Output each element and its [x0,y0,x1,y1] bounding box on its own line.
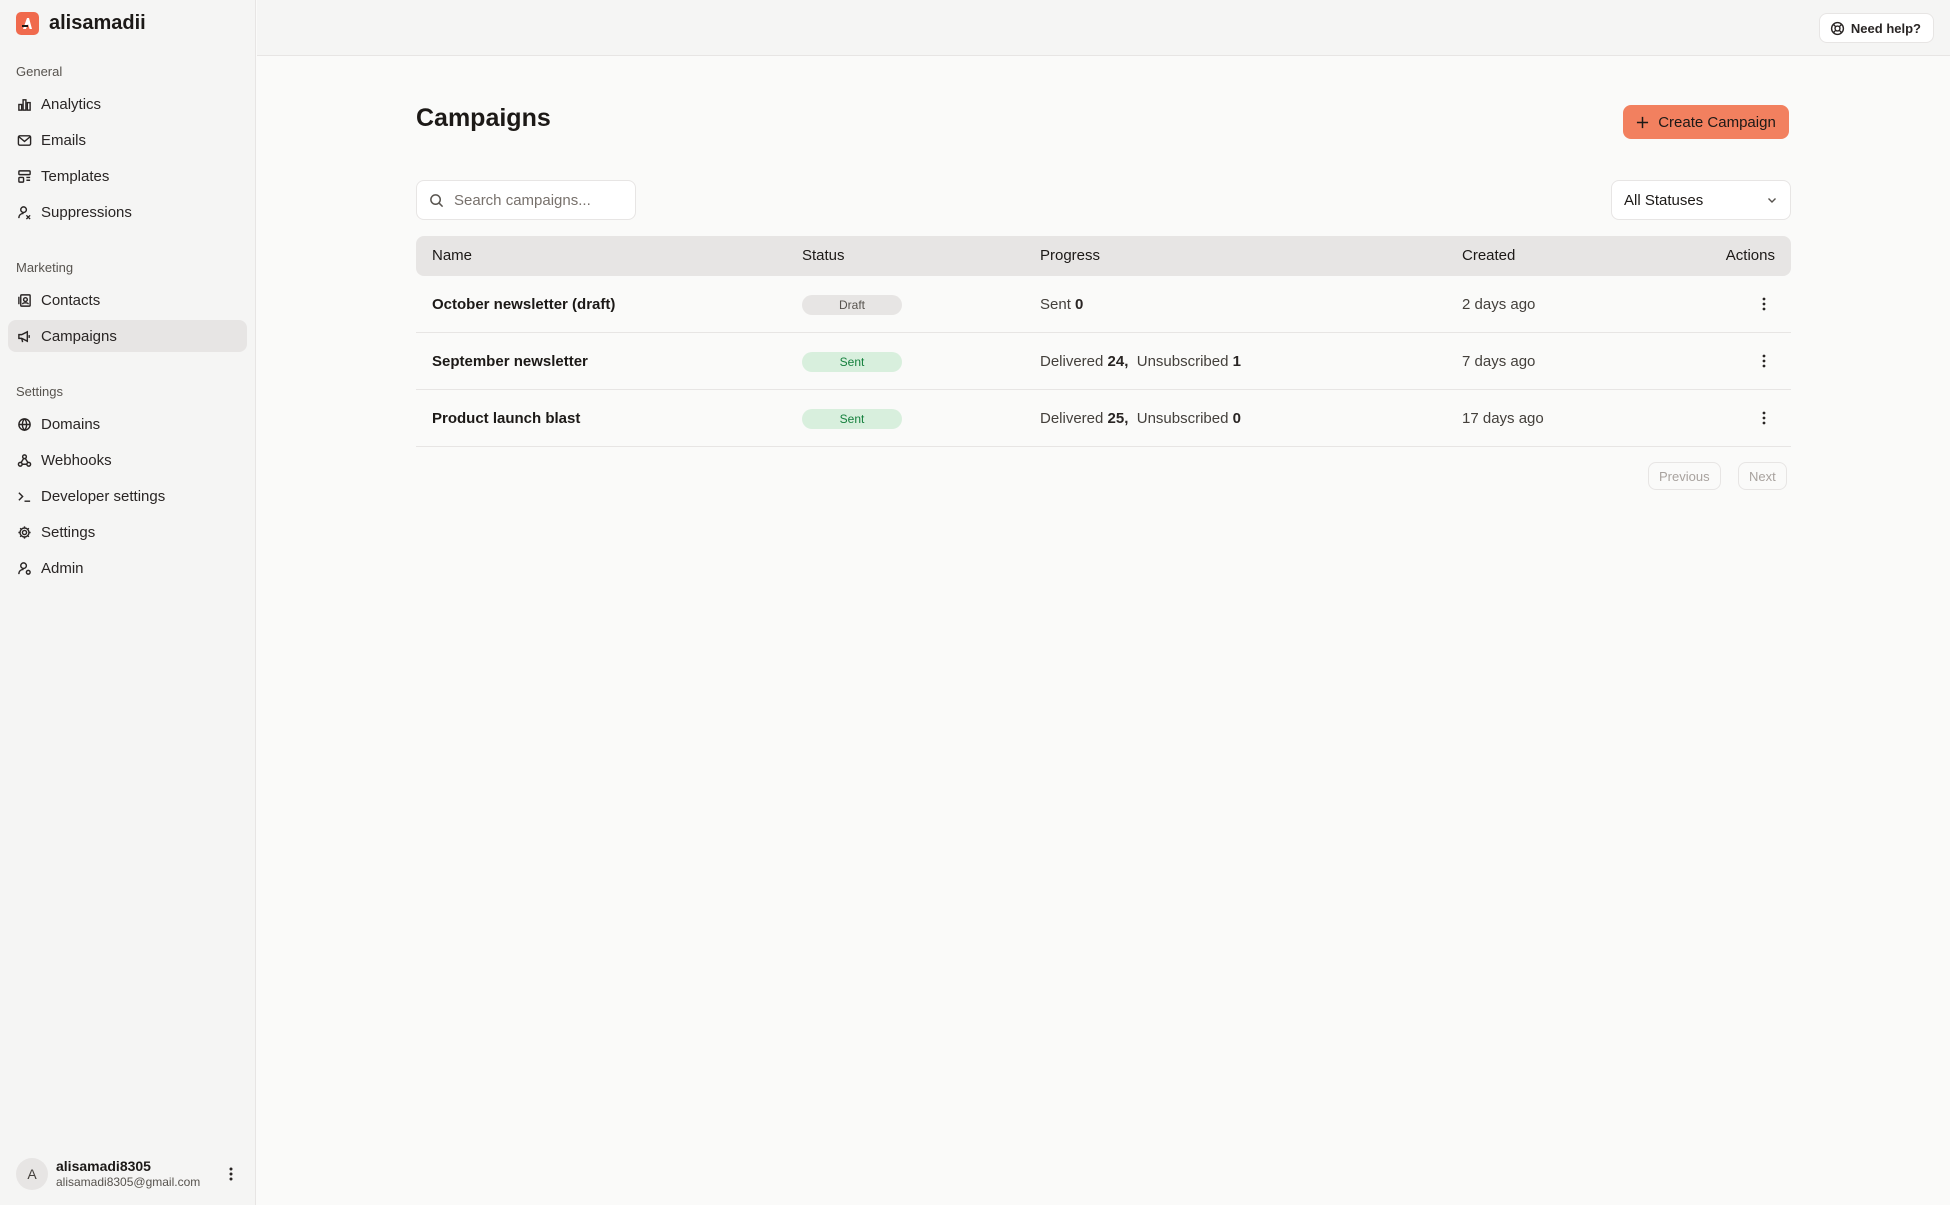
mail-icon [17,134,32,146]
create-campaign-label: Create Campaign [1658,113,1776,131]
user-email: alisamadi8305@gmail.com [56,1175,201,1189]
sidebar-item-webhooks[interactable]: Webhooks [8,444,247,476]
create-campaign-button[interactable]: Create Campaign [1623,105,1789,139]
section-label-general: General [16,64,63,79]
previous-page-button[interactable]: Previous [1648,462,1721,490]
webhook-icon [17,453,32,467]
sidebar-item-campaigns[interactable]: Campaigns [8,320,247,352]
contacts-icon [18,293,31,307]
user-name: alisamadi8305 [56,1158,151,1174]
sidebar-item-contacts[interactable]: Contacts [8,284,247,316]
sidebar-item-label: Analytics [41,95,102,113]
sidebar-item-label: Suppressions [41,203,132,221]
campaign-created: 17 days ago [1462,410,1544,427]
table-row[interactable]: October newsletter (draft) Draft Sent 0 … [416,276,1791,333]
sidebar-item-label: Domains [41,415,101,433]
sidebar-item-admin[interactable]: Admin [8,552,247,584]
status-badge: Sent [802,352,902,372]
workspace-name: alisamadii [49,12,146,34]
sidebar-item-settings[interactable]: Settings [8,516,247,548]
lifebuoy-icon [1830,21,1845,35]
sidebar: alisamadii General Analytics Emails Temp… [0,0,256,1205]
gear-icon [18,525,31,539]
sidebar-item-developer-settings[interactable]: Developer settings [8,480,247,512]
terminal-icon [18,491,31,502]
campaigns-table: Name Status Progress Created Actions Oct… [416,236,1791,447]
top-bar: Need help? [257,0,1950,56]
section-label-marketing: Marketing [16,260,74,275]
user-account[interactable]: A alisamadi8305 alisamadi8305@gmail.com [16,1156,240,1192]
campaign-progress: Sent 0 [1040,296,1084,313]
sidebar-item-label: Templates [41,167,110,185]
row-actions-icon[interactable] [1759,294,1769,314]
user-blocked-icon [18,205,31,220]
sidebar-item-label: Contacts [41,291,101,309]
sidebar-item-suppressions[interactable]: Suppressions [8,196,247,228]
sidebar-item-label: Admin [41,559,84,577]
table-row[interactable]: September newsletter Sent Delivered 24, … [416,333,1791,390]
avatar: A [16,1158,48,1190]
template-icon [18,169,31,183]
sidebar-item-label: Webhooks [41,451,112,469]
sidebar-item-analytics[interactable]: Analytics [8,88,247,120]
campaign-name[interactable]: Product launch blast [432,410,580,427]
search-icon [430,193,444,207]
search-box[interactable] [416,180,636,220]
row-actions-icon[interactable] [1759,351,1769,371]
campaign-name[interactable]: October newsletter (draft) [432,296,615,313]
campaign-name[interactable]: September newsletter [432,353,588,370]
status-badge: Sent [802,409,902,429]
globe-icon [18,417,31,431]
campaign-created: 7 days ago [1462,353,1536,370]
section-label-settings: Settings [16,384,63,399]
bar-chart-icon [18,98,31,111]
column-header-actions: Actions [1725,247,1775,264]
search-input[interactable] [454,191,614,209]
campaign-progress: Delivered 24, Unsubscribed 1 [1040,353,1241,370]
admin-icon [18,561,31,575]
sidebar-item-label: Settings [41,523,96,541]
need-help-button[interactable]: Need help? [1818,13,1934,43]
user-menu-icon[interactable] [222,1162,240,1186]
need-help-label: Need help? [1850,20,1921,36]
status-filter-select[interactable]: All Statuses [1611,180,1791,220]
status-badge: Draft [802,295,902,315]
campaign-progress: Delivered 25, Unsubscribed 0 [1040,410,1241,427]
workspace-switcher[interactable]: alisamadii [16,12,146,35]
table-header: Name Status Progress Created Actions [416,236,1791,276]
column-header-created: Created [1462,247,1516,264]
sidebar-item-emails[interactable]: Emails [8,124,247,156]
sidebar-item-label: Emails [41,131,87,149]
chevron-down-icon [1768,198,1776,203]
row-actions-icon[interactable] [1759,408,1769,428]
brand-logo-icon [16,12,39,35]
column-header-name: Name [432,247,473,264]
sidebar-item-label: Campaigns [41,327,117,345]
status-filter-value: All Statuses [1624,191,1704,209]
table-row[interactable]: Product launch blast Sent Delivered 25, … [416,390,1791,447]
sidebar-item-templates[interactable]: Templates [8,160,247,192]
campaign-created: 2 days ago [1462,296,1536,313]
megaphone-icon [18,330,30,342]
column-header-progress: Progress [1040,247,1101,264]
next-page-button[interactable]: Next [1738,462,1787,490]
column-header-status: Status [802,247,845,264]
sidebar-item-domains[interactable]: Domains [8,408,247,440]
plus-icon [1637,116,1649,128]
page-title: Campaigns [416,104,551,132]
sidebar-item-label: Developer settings [41,487,166,505]
